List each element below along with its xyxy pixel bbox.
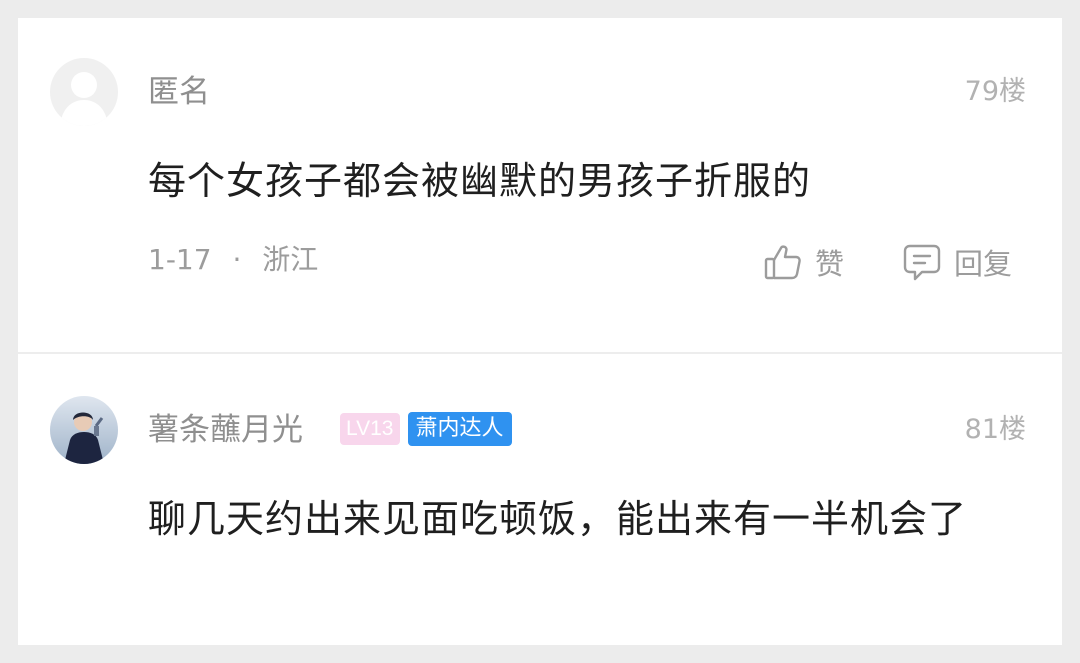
reply-label: 回复 bbox=[954, 247, 1013, 281]
floor-number: 81楼 bbox=[964, 414, 1026, 445]
thumbs-up-icon bbox=[763, 242, 803, 282]
comment-list: 匿名 79楼 每个女孩子都会被幽默的男孩子折服的 1-17 · 浙江 赞 回复 … bbox=[18, 18, 1062, 645]
reply-button[interactable]: 回复 bbox=[902, 240, 1012, 284]
like-label: 赞 bbox=[815, 247, 845, 281]
user-photo-avatar bbox=[50, 396, 118, 464]
comment-item: 匿名 79楼 每个女孩子都会被幽默的男孩子折服的 1-17 · 浙江 赞 回复 bbox=[18, 18, 1062, 352]
comment-meta: 1-17 · 浙江 bbox=[148, 240, 318, 280]
comment-text: 每个女孩子都会被幽默的男孩子折服的 bbox=[148, 159, 812, 203]
like-button[interactable]: 赞 bbox=[763, 240, 844, 284]
comment-text: 聊几天约出来见面吃顿饭，能出来有一半机会了 bbox=[148, 497, 968, 541]
expert-badge: 萧内达人 bbox=[407, 412, 512, 446]
level-badge: LV13 bbox=[340, 413, 400, 445]
user-badges: LV13 萧内达人 bbox=[340, 412, 512, 446]
comment-bubble-icon bbox=[902, 242, 942, 282]
anonymous-avatar[interactable] bbox=[50, 58, 118, 126]
username[interactable]: 匿名 bbox=[148, 72, 210, 112]
anonymous-user-icon bbox=[50, 58, 118, 126]
username[interactable]: 薯条蘸月光 bbox=[148, 410, 303, 450]
user-avatar[interactable] bbox=[50, 396, 118, 464]
comment-location: 浙江 bbox=[262, 243, 319, 276]
meta-separator: · bbox=[232, 243, 242, 276]
comment-date: 1-17 bbox=[148, 243, 212, 276]
floor-number: 79楼 bbox=[964, 76, 1026, 107]
comment-item: 薯条蘸月光 LV13 萧内达人 81楼 聊几天约出来见面吃顿饭，能出来有一半机会… bbox=[18, 354, 1062, 645]
